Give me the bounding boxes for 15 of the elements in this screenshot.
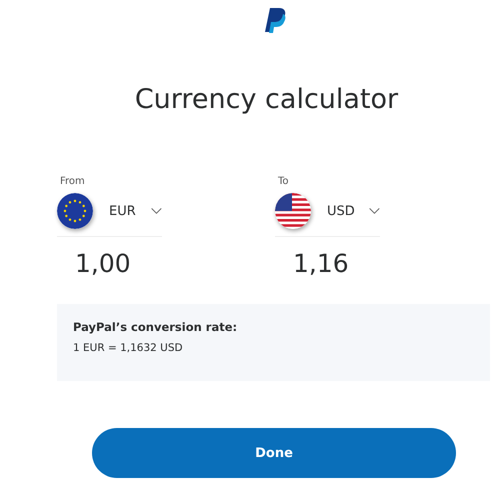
currency-dropdown[interactable]: EUR <box>57 193 162 237</box>
rate-value: 1 EUR = 1,1632 USD <box>73 342 184 354</box>
amount-field[interactable]: 1,00 <box>75 249 131 278</box>
chevron-down-icon <box>369 206 380 216</box>
field-label: To <box>278 176 289 187</box>
currency-dropdown[interactable]: USD <box>275 193 380 237</box>
rate-heading: PayPal’s conversion rate: <box>73 320 238 334</box>
chevron-down-icon <box>151 206 162 216</box>
field-label: From <box>60 176 85 187</box>
amount-field[interactable]: 1,16 <box>293 249 349 278</box>
done-button[interactable]: Done <box>92 428 456 478</box>
page-title: Currency calculator <box>134 84 400 115</box>
eu-flag-icon <box>57 193 93 229</box>
us-flag-icon <box>275 193 311 229</box>
logo-icon <box>264 8 286 34</box>
